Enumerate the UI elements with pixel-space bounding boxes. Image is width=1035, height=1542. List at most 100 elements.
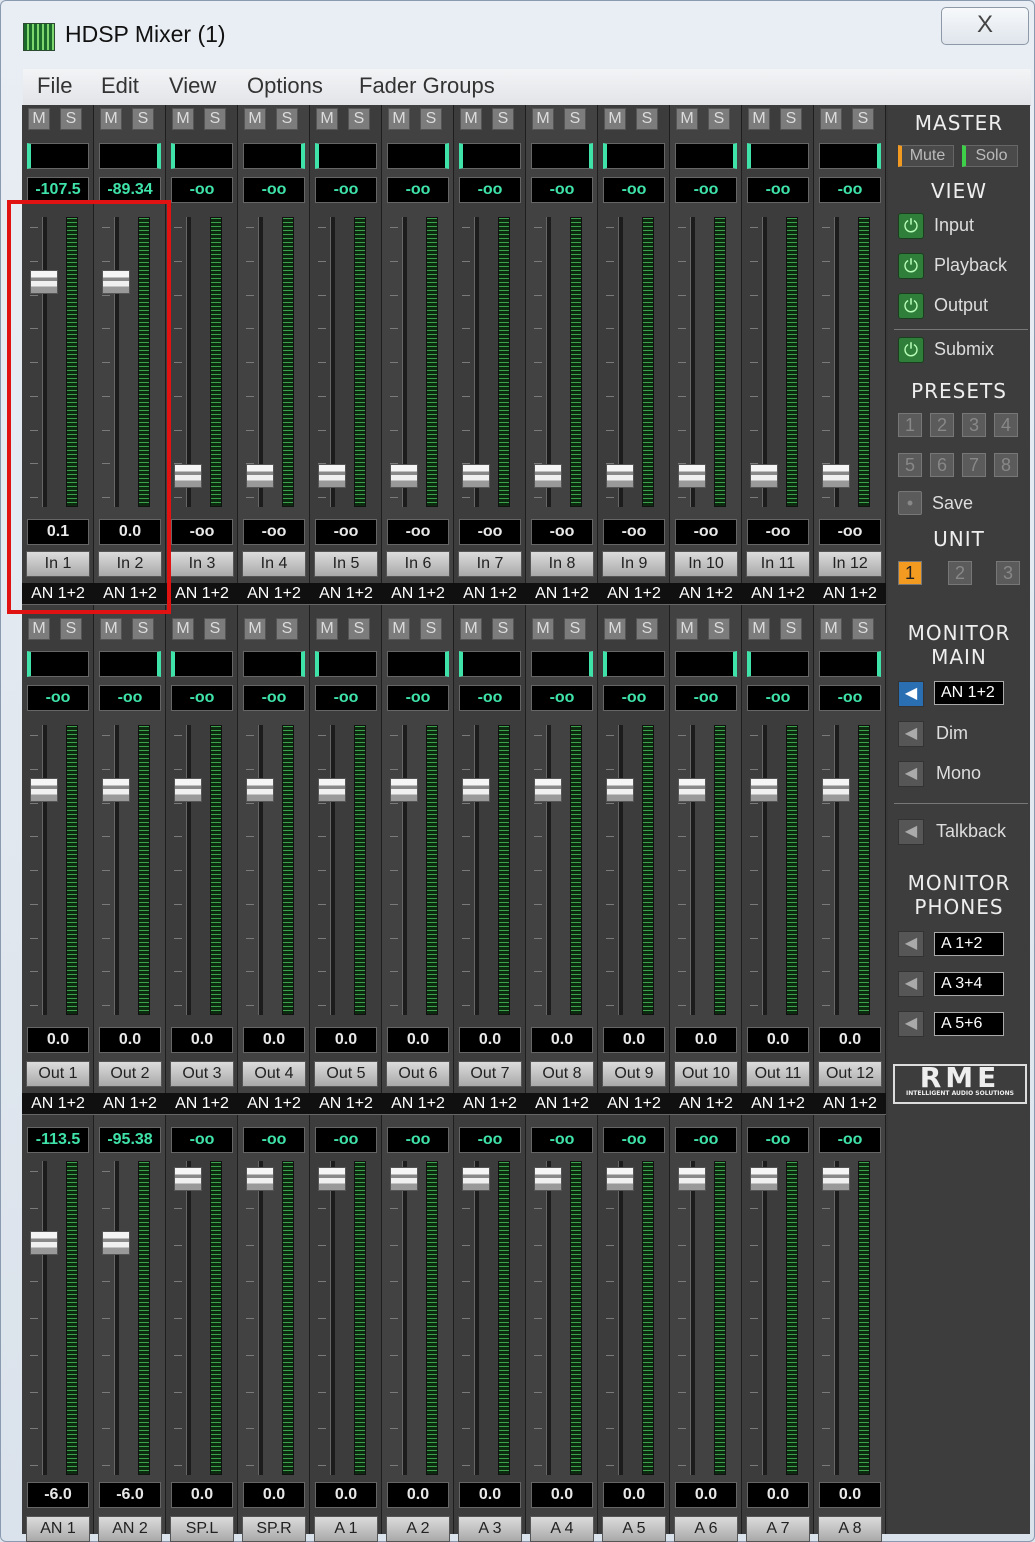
fader-knob[interactable] [462,778,490,802]
fader-knob[interactable] [822,778,850,802]
route-label[interactable]: AN 1+2 [742,583,814,605]
main-route-select[interactable]: AN 1+2 [934,681,1004,705]
channel-name-button[interactable]: SP.R [242,1516,306,1542]
channel-name-button[interactable]: In 11 [746,551,810,577]
mute-button[interactable]: M [532,618,554,640]
fader-knob[interactable] [462,1167,490,1191]
mute-button[interactable]: M [820,108,842,130]
channel-name-button[interactable]: In 4 [242,551,306,577]
solo-button[interactable]: S [780,618,802,640]
channel-name-button[interactable]: A 2 [386,1516,450,1542]
solo-button[interactable]: S [60,108,82,130]
solo-button[interactable]: S [132,108,154,130]
route-label[interactable]: AN 1+2 [670,1093,742,1115]
solo-button[interactable]: S [708,618,730,640]
channel-name-button[interactable]: In 10 [674,551,738,577]
master-mute-button[interactable]: Mute [898,145,954,167]
channel-name-button[interactable]: A 4 [530,1516,594,1542]
solo-button[interactable]: S [636,108,658,130]
mute-button[interactable]: M [388,618,410,640]
unit-3-button[interactable]: 3 [996,561,1020,585]
fader-knob[interactable] [390,464,418,488]
solo-button[interactable]: S [60,618,82,640]
route-label[interactable]: AN 1+2 [814,583,886,605]
mute-button[interactable]: M [172,618,194,640]
solo-button[interactable]: S [132,618,154,640]
route-label[interactable]: AN 1+2 [310,1093,382,1115]
phones-2-speaker-icon[interactable]: ◀ [898,971,924,997]
fader-knob[interactable] [750,464,778,488]
mute-button[interactable]: M [604,618,626,640]
channel-name-button[interactable]: Out 7 [458,1061,522,1087]
mute-button[interactable]: M [28,108,50,130]
fader-knob[interactable] [822,464,850,488]
channel-name-button[interactable]: Out 1 [26,1061,90,1087]
preset-5-button[interactable]: 5 [898,453,922,477]
channel-name-button[interactable]: Out 9 [602,1061,666,1087]
unit-2-button[interactable]: 2 [948,561,972,585]
channel-name-button[interactable]: A 5 [602,1516,666,1542]
mute-button[interactable]: M [316,108,338,130]
unit-1-button[interactable]: 1 [898,561,922,585]
fader-knob[interactable] [318,1167,346,1191]
channel-name-button[interactable]: In 8 [530,551,594,577]
fader-knob[interactable] [390,1167,418,1191]
preset-6-button[interactable]: 6 [930,453,954,477]
mute-button[interactable]: M [172,108,194,130]
route-label[interactable]: AN 1+2 [598,583,670,605]
preset-2-button[interactable]: 2 [930,413,954,437]
preset-4-button[interactable]: 4 [994,413,1018,437]
fader-knob[interactable] [246,1167,274,1191]
playback-power-icon[interactable]: ⏻ [898,253,924,279]
fader-knob[interactable] [606,464,634,488]
phones-3-route-select[interactable]: A 5+6 [934,1012,1004,1036]
mono-speaker-icon[interactable]: ◀ [898,761,924,787]
menu-fader-groups[interactable]: Fader Groups [359,73,495,99]
submix-power-icon[interactable]: ⏻ [898,337,924,363]
channel-name-button[interactable]: Out 5 [314,1061,378,1087]
mute-button[interactable]: M [676,618,698,640]
solo-button[interactable]: S [204,618,226,640]
fader-knob[interactable] [318,464,346,488]
route-label[interactable]: AN 1+2 [238,583,310,605]
phones-1-route-select[interactable]: A 1+2 [934,932,1004,956]
channel-name-button[interactable]: A 6 [674,1516,738,1542]
channel-name-button[interactable]: AN 1 [26,1516,90,1542]
solo-button[interactable]: S [852,108,874,130]
channel-name-button[interactable]: In 12 [818,551,882,577]
channel-name-button[interactable]: In 5 [314,551,378,577]
channel-name-button[interactable]: Out 12 [818,1061,882,1087]
solo-button[interactable]: S [276,108,298,130]
fader-knob[interactable] [174,464,202,488]
mute-button[interactable]: M [532,108,554,130]
route-label[interactable]: AN 1+2 [598,1093,670,1115]
channel-name-button[interactable]: In 3 [170,551,234,577]
menu-edit[interactable]: Edit [101,73,139,99]
fader-knob[interactable] [174,1167,202,1191]
preset-1-button[interactable]: 1 [898,413,922,437]
route-label[interactable]: AN 1+2 [670,583,742,605]
channel-name-button[interactable]: A 3 [458,1516,522,1542]
mute-button[interactable]: M [604,108,626,130]
fader-knob[interactable] [822,1167,850,1191]
route-label[interactable]: AN 1+2 [310,583,382,605]
fader-knob[interactable] [102,1231,130,1255]
mute-button[interactable]: M [244,618,266,640]
channel-name-button[interactable]: In 7 [458,551,522,577]
fader-knob[interactable] [246,464,274,488]
preset-7-button[interactable]: 7 [962,453,986,477]
fader-knob[interactable] [678,778,706,802]
fader-knob[interactable] [390,778,418,802]
channel-name-button[interactable]: Out 6 [386,1061,450,1087]
menu-options[interactable]: Options [247,73,323,99]
route-label[interactable]: AN 1+2 [166,1093,238,1115]
close-button[interactable]: X [941,7,1029,45]
fader-knob[interactable] [462,464,490,488]
solo-button[interactable]: S [204,108,226,130]
route-label[interactable]: AN 1+2 [382,583,454,605]
channel-name-button[interactable]: Out 4 [242,1061,306,1087]
channel-name-button[interactable]: Out 8 [530,1061,594,1087]
solo-button[interactable]: S [780,108,802,130]
menu-file[interactable]: File [37,73,72,99]
fader-knob[interactable] [174,778,202,802]
